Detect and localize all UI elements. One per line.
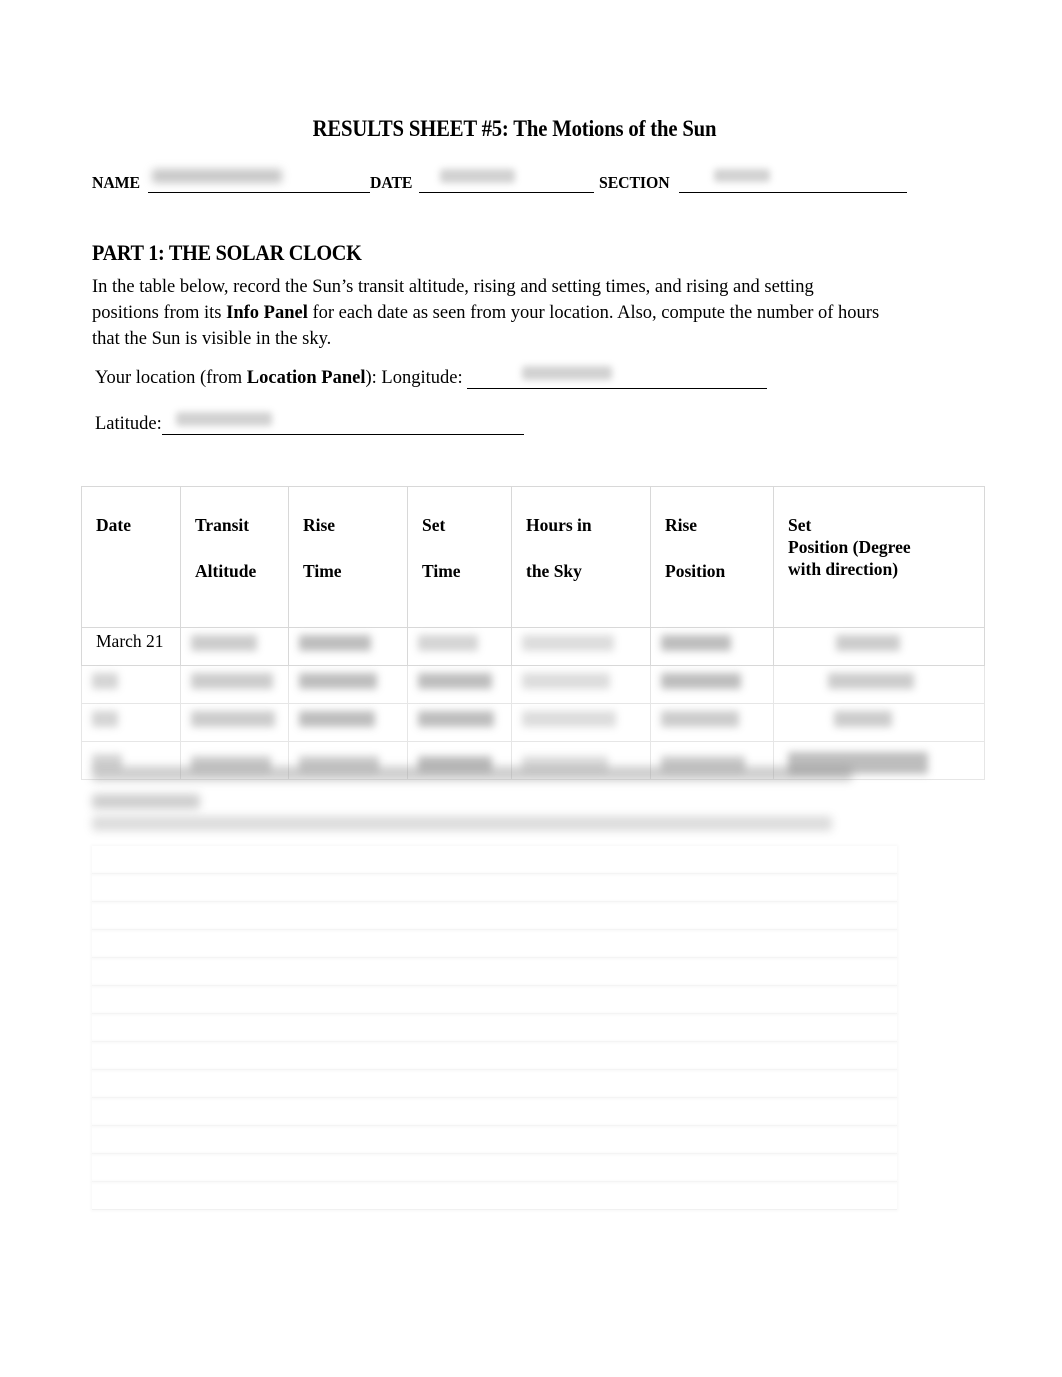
results-sheet-page: RESULTS SHEET #5: The Motions of the Sun…: [0, 0, 1062, 1377]
header-line-2: Time: [303, 561, 342, 581]
cell-hours-in-sky[interactable]: [511, 627, 651, 666]
answer-line[interactable]: [92, 1014, 897, 1042]
cell-rise-time[interactable]: [288, 665, 408, 704]
cell-set-position[interactable]: [773, 665, 985, 704]
name-label: NAME: [92, 173, 140, 192]
header-line-2: Position (Degree: [788, 537, 911, 557]
page-title: RESULTS SHEET #5: The Motions of the Sun: [312, 116, 717, 141]
answer-line[interactable]: [92, 986, 897, 1014]
answer-line[interactable]: [92, 1182, 897, 1210]
column-header-set-position: Set Position (Degree with direction): [773, 486, 985, 628]
header-line-1: Rise: [303, 515, 336, 535]
cell-hours-in-sky[interactable]: [511, 703, 651, 742]
section-label: SECTION: [598, 173, 670, 192]
date-input[interactable]: [419, 177, 595, 193]
answer-line[interactable]: [92, 1098, 897, 1126]
cell-set-time[interactable]: [407, 665, 512, 704]
cell-set-position[interactable]: [773, 627, 985, 666]
answer-lines-area[interactable]: [92, 846, 897, 1210]
cell-rise-position[interactable]: [650, 703, 774, 742]
cell-transit-altitude[interactable]: [180, 703, 289, 742]
answer-line[interactable]: [92, 874, 897, 902]
name-input[interactable]: [147, 177, 370, 193]
header-line-1: Transit: [195, 515, 250, 535]
column-header-hours-in-the-sky: Hours in the Sky: [511, 486, 651, 628]
longitude-input[interactable]: [467, 374, 768, 389]
cell-rise-time[interactable]: [288, 627, 408, 666]
cell-rise-position[interactable]: [650, 627, 774, 666]
table-row: [81, 665, 985, 704]
part1-instructions: In the table below, record the Sun’s tra…: [92, 274, 882, 352]
answer-line[interactable]: [92, 958, 897, 986]
header-line-2: Time: [422, 561, 461, 581]
header-line-1: Rise: [665, 515, 698, 535]
table-row: [81, 703, 985, 742]
cell-set-time[interactable]: [407, 627, 512, 666]
header-line-2: the Sky: [526, 561, 582, 581]
identification-line: NAME DATE SECTION: [92, 173, 937, 199]
header-line-1: Date: [96, 515, 131, 535]
cell-date[interactable]: [81, 665, 181, 704]
table-header-row: Date Transit Altitude Rise Time Set Time…: [81, 486, 985, 628]
answer-line[interactable]: [92, 1042, 897, 1070]
answer-line[interactable]: [92, 1070, 897, 1098]
header-line-1: Hours in: [526, 515, 592, 535]
cell-rise-position[interactable]: [650, 665, 774, 704]
cell-transit-altitude[interactable]: [180, 627, 289, 666]
cell-hours-in-sky[interactable]: [511, 665, 651, 704]
table-row: March 21: [81, 627, 985, 666]
answer-line[interactable]: [92, 846, 897, 874]
longitude-label: ): Longitude:: [365, 368, 468, 388]
solar-clock-table: Date Transit Altitude Rise Time Set Time…: [81, 486, 985, 780]
location-panel-emphasis: Location Panel: [246, 368, 366, 388]
column-header-rise-position: Rise Position: [650, 486, 774, 628]
answer-line[interactable]: [92, 1154, 897, 1182]
latitude-input[interactable]: [161, 420, 524, 435]
header-line-2: Position: [665, 561, 726, 581]
header-line-2: Altitude: [195, 561, 257, 581]
answer-line[interactable]: [92, 902, 897, 930]
header-line-1: Set: [788, 515, 812, 535]
answer-line[interactable]: [92, 930, 897, 958]
date-label: DATE: [369, 173, 413, 192]
cell-date[interactable]: March 21: [81, 627, 181, 666]
cell-date[interactable]: [81, 703, 181, 742]
header-line-3: with direction): [788, 559, 899, 579]
cell-set-time[interactable]: [407, 703, 512, 742]
cell-set-position[interactable]: [773, 703, 985, 742]
column-header-rise-time: Rise Time: [288, 486, 408, 628]
part1-heading: PART 1: THE SOLAR CLOCK: [92, 240, 362, 265]
column-header-transit-altitude: Transit Altitude: [180, 486, 289, 628]
latitude-label: Latitude:: [95, 414, 162, 434]
column-header-set-time: Set Time: [407, 486, 512, 628]
header-line-1: Set: [422, 515, 446, 535]
cell-rise-time[interactable]: [288, 703, 408, 742]
cell-transit-altitude[interactable]: [180, 665, 289, 704]
answer-line[interactable]: [92, 1126, 897, 1154]
section-input[interactable]: [678, 177, 907, 193]
longitude-field-row: Your location (from Location Panel): Lon…: [95, 368, 768, 389]
latitude-field-row: Latitude:: [95, 414, 524, 435]
location-prefix-text: Your location (from: [95, 368, 247, 388]
info-panel-emphasis: Info Panel: [226, 303, 308, 323]
question-prompt: [92, 766, 898, 838]
column-header-date: Date: [81, 486, 181, 628]
